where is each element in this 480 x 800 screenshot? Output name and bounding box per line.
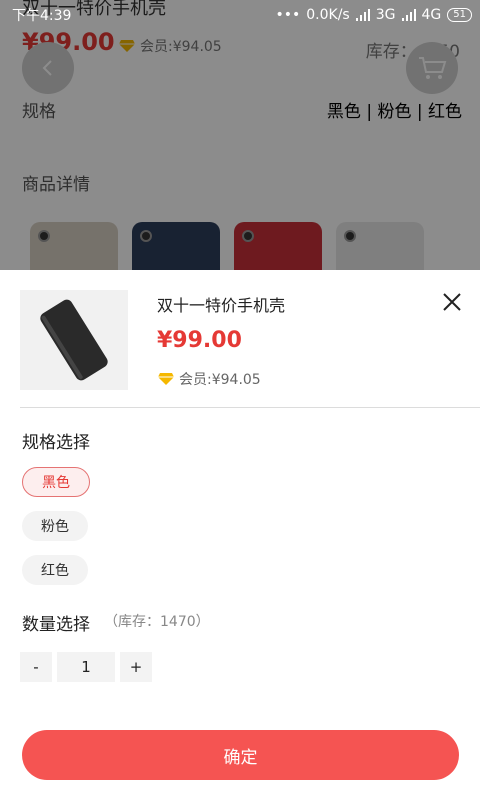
network-speed: 0.0K/s [306,7,350,23]
spec-selection-sheet: 双十一特价手机壳 ¥99.00 会员:¥94.05 规格选择 黑色 粉色 红色 … [0,270,480,800]
close-button[interactable] [440,290,464,314]
signal-icon [355,9,370,21]
status-indicators: ••• 0.0K/s 3G 4G 51 [275,7,472,23]
battery-icon: 51 [447,8,472,22]
more-dots-icon: ••• [275,7,301,23]
divider [20,407,480,408]
modal-overlay[interactable] [0,0,480,270]
spec-option-black[interactable]: 黑色 [22,467,90,497]
product-price: ¥99.00 [157,328,242,353]
phone-case-image [40,299,108,381]
product-title: 双十一特价手机壳 [157,296,286,315]
member-price-label: 会员:¥94.05 [179,372,261,388]
signal-icon [401,9,416,21]
confirm-button[interactable]: 确定 [22,730,459,780]
member-price: 会员:¥94.05 [157,369,261,389]
quantity-decrease-button[interactable]: - [20,652,52,682]
quantity-increase-button[interactable]: + [120,652,152,682]
close-icon [443,293,461,311]
network-type-1: 3G [375,7,396,23]
quantity-stepper: - 1 + [20,652,152,682]
spec-option-pink[interactable]: 粉色 [22,511,88,541]
status-bar: 下午4:39 ••• 0.0K/s 3G 4G 51 [0,0,480,30]
background-product-page: 双十一特价手机壳 ¥99.00 会员:¥94.05 库存：4450 规格 黑色 … [0,0,480,270]
status-time: 下午4:39 [12,8,72,24]
network-type-2: 4G [421,7,442,23]
diamond-icon [158,373,174,385]
product-thumbnail [20,290,128,390]
quantity-stock-label: （库存：1470） [104,614,210,630]
quantity-input[interactable]: 1 [57,652,115,682]
spec-section-title: 规格选择 [22,433,90,453]
quantity-section-title: 数量选择 [22,615,90,635]
spec-option-red[interactable]: 红色 [22,555,88,585]
